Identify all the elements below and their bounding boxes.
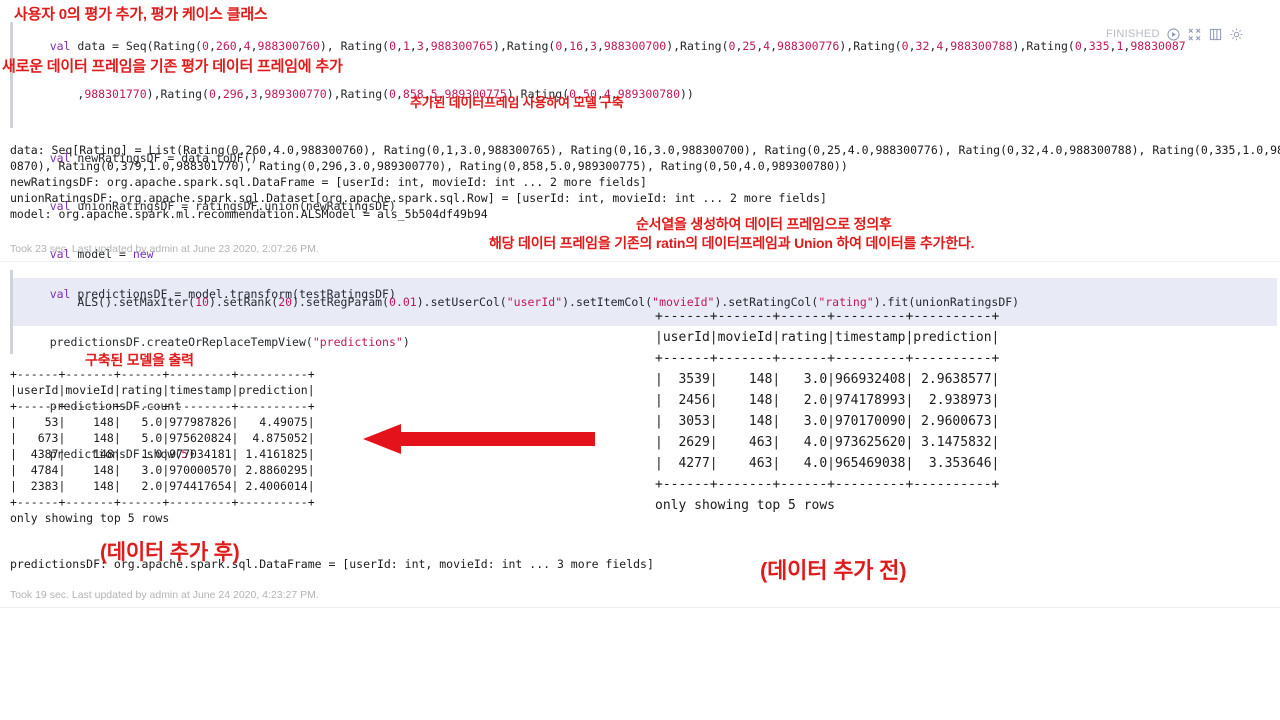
annotation-add-new-dataframe: 새로운 데이터 프레임을 기존 평가 데이터 프레임에 추가 xyxy=(2,58,343,75)
table-rule: +------+-------+------+---------+-------… xyxy=(655,477,1000,492)
table-header: |userId|movieId|rating|timestamp|predict… xyxy=(10,383,315,397)
predictions-table-before: +------+-------+------+---------+-------… xyxy=(655,306,999,516)
paragraph2-code-editor[interactable]: val predictionsDF = model.transform(test… xyxy=(10,270,1256,461)
predictions-table-after: +------+-------+------+---------+-------… xyxy=(10,366,315,526)
table-row: | 4277| 463| 4.0|965469038| 3.353646| xyxy=(655,456,1000,471)
paragraph1-status: Took 23 sec. Last updated by admin at Ju… xyxy=(10,243,319,255)
table-footer: only showing top 5 rows xyxy=(10,511,170,525)
annotation-union-desc-line1: 순서열을 생성하여 데이터 프레임으로 정의후 xyxy=(636,216,892,232)
table-row: | 3539| 148| 3.0|966932408| 2.9638577| xyxy=(655,372,1000,387)
table-row: | 2456| 148| 2.0|974178993| 2.938973| xyxy=(655,393,1000,408)
table-row: | 3053| 148| 3.0|970170090| 2.9600673| xyxy=(655,414,1000,429)
table-row: | 4387| 148| 1.0|977034181| 1.4161825| xyxy=(10,447,315,461)
code-line[interactable]: ,988301770),Rating(0,296,3,989300770),Ra… xyxy=(13,70,1256,118)
paragraph1-output: data: Seq[Rating] = List(Rating(0,260,4.… xyxy=(10,142,1280,222)
annotation-union-desc-line2: 해당 데이터 프레임을 기존의 ratin의 데이터프레임과 Union 하여 … xyxy=(489,235,975,251)
code-line[interactable]: predictionsDF.createOrReplaceTempView("p… xyxy=(13,318,1256,366)
annotation-print-model: 구축된 모델을 출력 xyxy=(85,352,194,368)
table-footer: only showing top 5 rows xyxy=(655,498,836,513)
run-status-label: FINISHED xyxy=(1106,28,1160,40)
left-arrow-icon xyxy=(363,422,595,458)
annotation-before-label: (데이터 추가 전) xyxy=(760,558,907,583)
paragraph2-status: Took 19 sec. Last updated by admin at Ju… xyxy=(10,589,319,601)
paragraph-separator-bottom xyxy=(0,607,1280,608)
table-rule: +------+-------+------+---------+-------… xyxy=(10,495,315,509)
annotation-build-model: 추가된 데이터프레임 사용하여 모델 구축 xyxy=(410,95,624,110)
table-row: | 4784| 148| 3.0|970000570| 2.8860295| xyxy=(10,463,315,477)
gear-icon[interactable] xyxy=(1230,27,1244,41)
paragraph-toolbar: FINISHED xyxy=(1106,27,1244,41)
collapse-icon[interactable] xyxy=(1188,27,1202,41)
table-row: | 2383| 148| 2.0|974417654| 2.4006014| xyxy=(10,479,315,493)
annotation-title: 사용자 0의 평가 추가, 평가 케이스 클래스 xyxy=(14,6,268,23)
output-line: newRatingsDF: org.apache.spark.sql.DataF… xyxy=(10,175,647,189)
play-icon[interactable] xyxy=(1167,27,1181,41)
table-row: | 673| 148| 5.0|975620824| 4.875052| xyxy=(10,431,315,445)
output-line: 0870), Rating(0,379,1.0,988301770), Rati… xyxy=(10,159,848,173)
table-row: | 53| 148| 5.0|977987826| 4.49075| xyxy=(10,415,315,429)
table-rule: +------+-------+------+---------+-------… xyxy=(10,399,315,413)
output-line: data: Seq[Rating] = List(Rating(0,260,4.… xyxy=(10,143,1280,157)
code-line-blank[interactable] xyxy=(13,118,1256,134)
table-row: | 2629| 463| 4.0|973625620| 3.1475832| xyxy=(655,435,1000,450)
book-icon[interactable] xyxy=(1209,27,1223,41)
table-rule: +------+-------+------+---------+-------… xyxy=(655,309,1000,324)
code-line[interactable]: val predictionsDF = model.transform(test… xyxy=(13,270,1256,318)
output-line: unionRatingsDF: org.apache.spark.sql.Dat… xyxy=(10,191,827,205)
table-rule: +------+-------+------+---------+-------… xyxy=(655,351,1000,366)
table-header: |userId|movieId|rating|timestamp|predict… xyxy=(655,330,1000,345)
paragraph-separator xyxy=(0,261,1280,262)
annotation-after-label: (데이터 추가 후) xyxy=(100,541,240,564)
